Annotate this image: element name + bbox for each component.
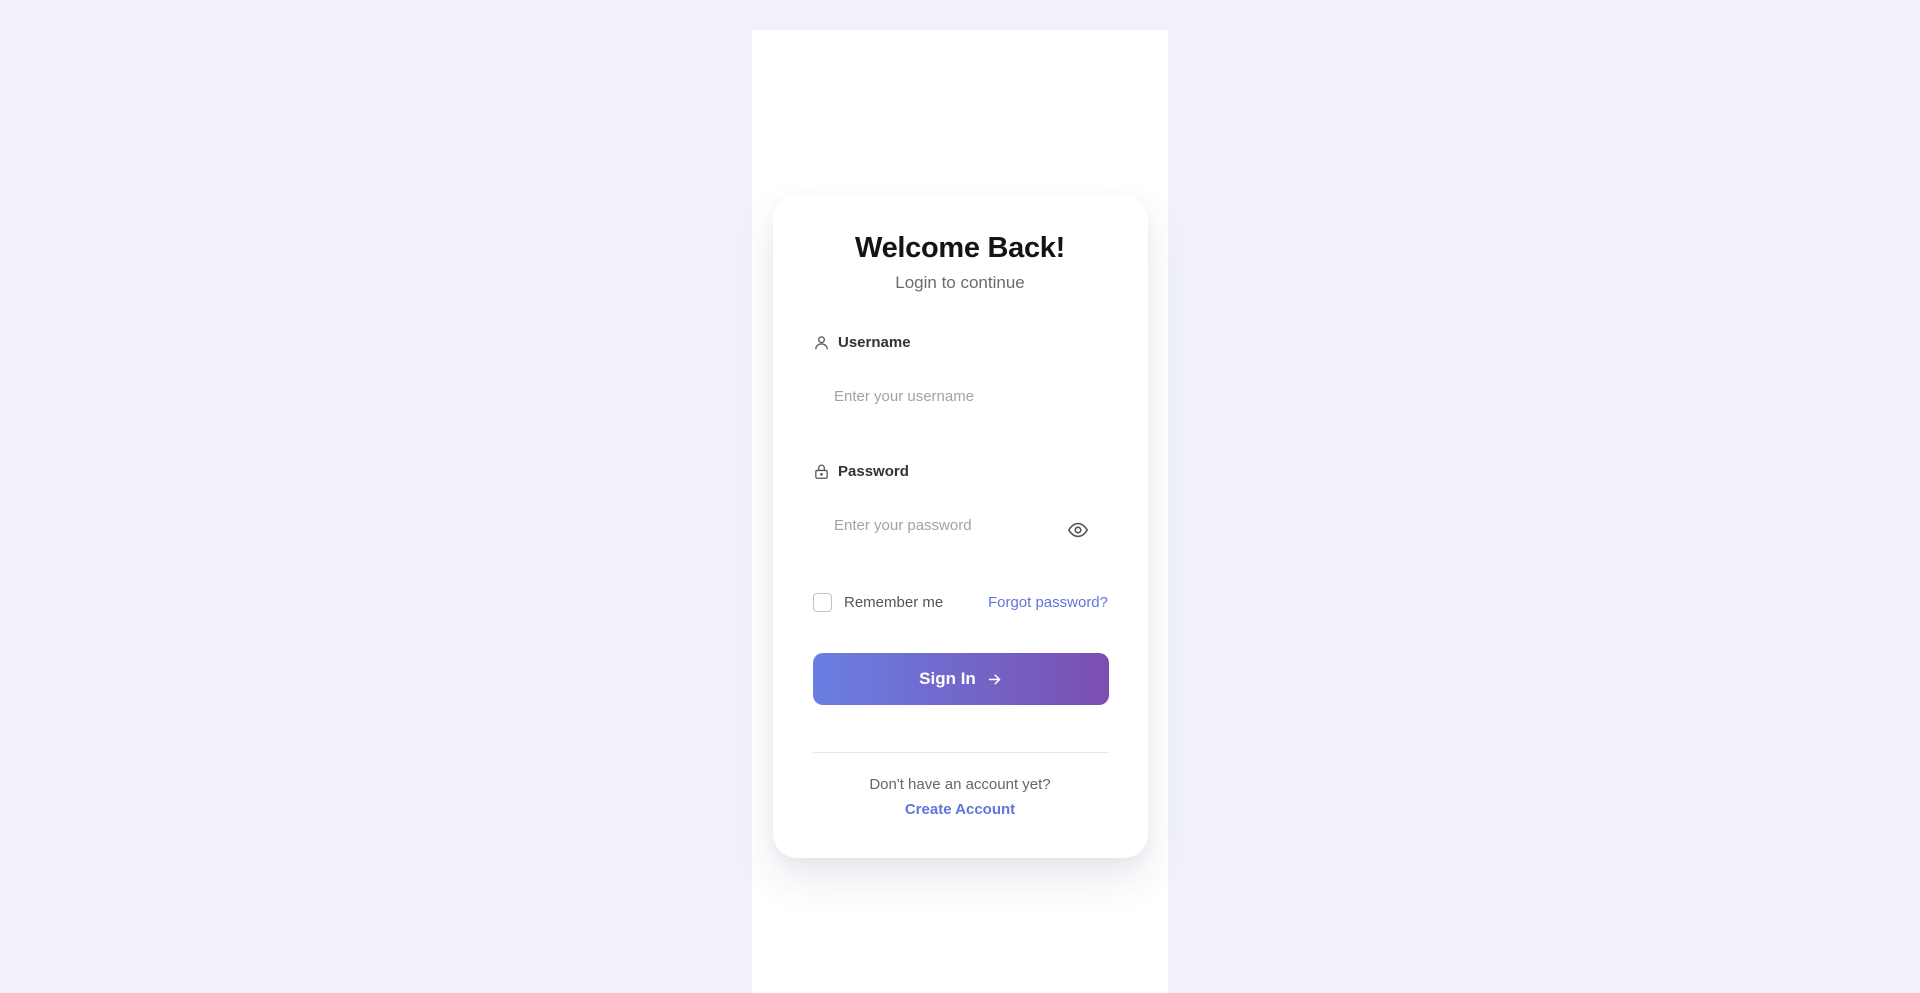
password-input[interactable] <box>813 500 1063 550</box>
lock-icon <box>815 464 828 479</box>
username-label: Username <box>813 334 911 351</box>
username-input[interactable] <box>813 371 1109 421</box>
password-label: Password <box>813 463 909 480</box>
no-account-text: Don't have an account yet? <box>869 776 1051 793</box>
eye-icon[interactable] <box>1067 519 1089 541</box>
user-icon <box>815 336 828 350</box>
divider <box>813 752 1109 753</box>
page-title: Welcome Back! <box>855 232 1065 264</box>
username-label-text: Username <box>838 334 911 351</box>
sign-in-label: Sign In <box>919 669 976 688</box>
remember-me-label[interactable]: Remember me <box>844 594 943 611</box>
sign-in-button[interactable]: Sign In <box>813 653 1109 705</box>
remember-me-row: Remember me <box>813 593 943 612</box>
create-account-row: Create Account <box>0 801 1920 818</box>
forgot-password-link[interactable]: Forgot password? <box>988 594 1108 611</box>
page-subtitle: Login to continue <box>895 273 1025 292</box>
create-account-link[interactable]: Create Account <box>905 801 1015 818</box>
arrow-right-icon <box>988 673 1001 685</box>
remember-me-checkbox[interactable] <box>813 593 832 612</box>
password-label-text: Password <box>838 463 909 480</box>
